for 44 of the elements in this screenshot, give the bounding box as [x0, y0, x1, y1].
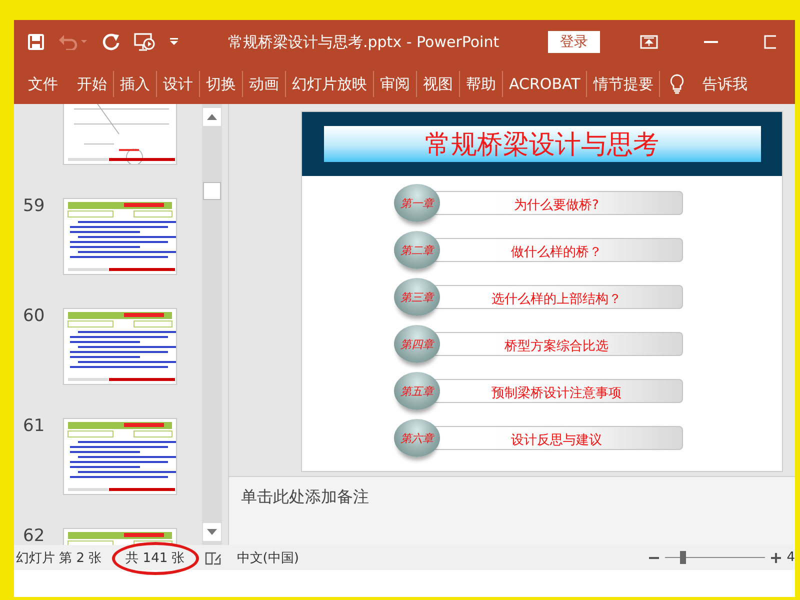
language-indicator[interactable]: 中文(中国) — [236, 548, 299, 566]
notes-icon[interactable] — [204, 550, 221, 564]
ribbon-tab[interactable]: 插入 — [114, 64, 156, 104]
slideshow-icon[interactable] — [134, 33, 156, 51]
ribbon-tab[interactable]: 情节提要 — [587, 64, 660, 104]
window-title: 常规桥梁设计与思考.pptx - PowerPoint — [228, 32, 500, 52]
ribbon-tab[interactable]: 文件 — [16, 64, 71, 104]
slide-number: 62 — [22, 528, 46, 545]
lightbulb-icon[interactable] — [670, 74, 684, 94]
tell-me-button[interactable]: 告诉我 — [696, 64, 754, 104]
slide-thumbnail[interactable] — [63, 308, 177, 385]
down-arrow-icon — [207, 529, 217, 535]
scroll-up-button[interactable] — [203, 108, 221, 126]
slide-number: 61 — [22, 418, 46, 435]
ribbon-tab[interactable]: 切换 — [200, 64, 242, 104]
ribbon-tab[interactable]: 动画 — [243, 64, 285, 104]
login-button[interactable]: 登录 — [548, 31, 600, 53]
ribbon-tab[interactable]: 设计 — [157, 64, 199, 104]
scroll-down-button[interactable] — [203, 523, 221, 541]
ribbon-tab[interactable]: 审阅 — [374, 64, 416, 104]
slide-thumbnail[interactable] — [63, 198, 177, 275]
slide-position: 幻灯片 第 2 张 — [16, 550, 102, 566]
scrollbar-thumb[interactable] — [203, 182, 221, 200]
slide-number: 59 — [22, 198, 46, 215]
refresh-icon[interactable] — [102, 33, 120, 51]
ribbon-tab[interactable]: 帮助 — [460, 64, 502, 104]
save-icon[interactable] — [28, 34, 44, 50]
notes-placeholder[interactable]: 单击此处添加备注 — [241, 487, 369, 506]
slide-count: 共 141 张 — [124, 548, 187, 566]
caret-icon[interactable] — [170, 38, 178, 46]
slide-thumbnail[interactable] — [63, 418, 177, 495]
zoom-percentage[interactable]: 4 — [786, 550, 795, 565]
slide-title: 常规桥梁设计与思考 — [425, 128, 659, 162]
slide-number: 60 — [22, 308, 46, 325]
ribbon-tab[interactable]: 视图 — [417, 64, 459, 104]
zoom-slider-thumb[interactable] — [680, 551, 686, 564]
ribbon-tab[interactable]: 开始 — [71, 64, 113, 104]
ribbon-display-icon[interactable] — [640, 35, 658, 49]
plus-icon — [770, 553, 781, 563]
maximize-icon[interactable] — [764, 35, 776, 49]
ribbon-tab[interactable]: 幻灯片放映 — [286, 64, 373, 104]
slide-thumbnail[interactable] — [63, 104, 177, 165]
ribbon-tab[interactable]: ACROBAT — [503, 64, 586, 104]
up-arrow-icon — [207, 114, 217, 120]
